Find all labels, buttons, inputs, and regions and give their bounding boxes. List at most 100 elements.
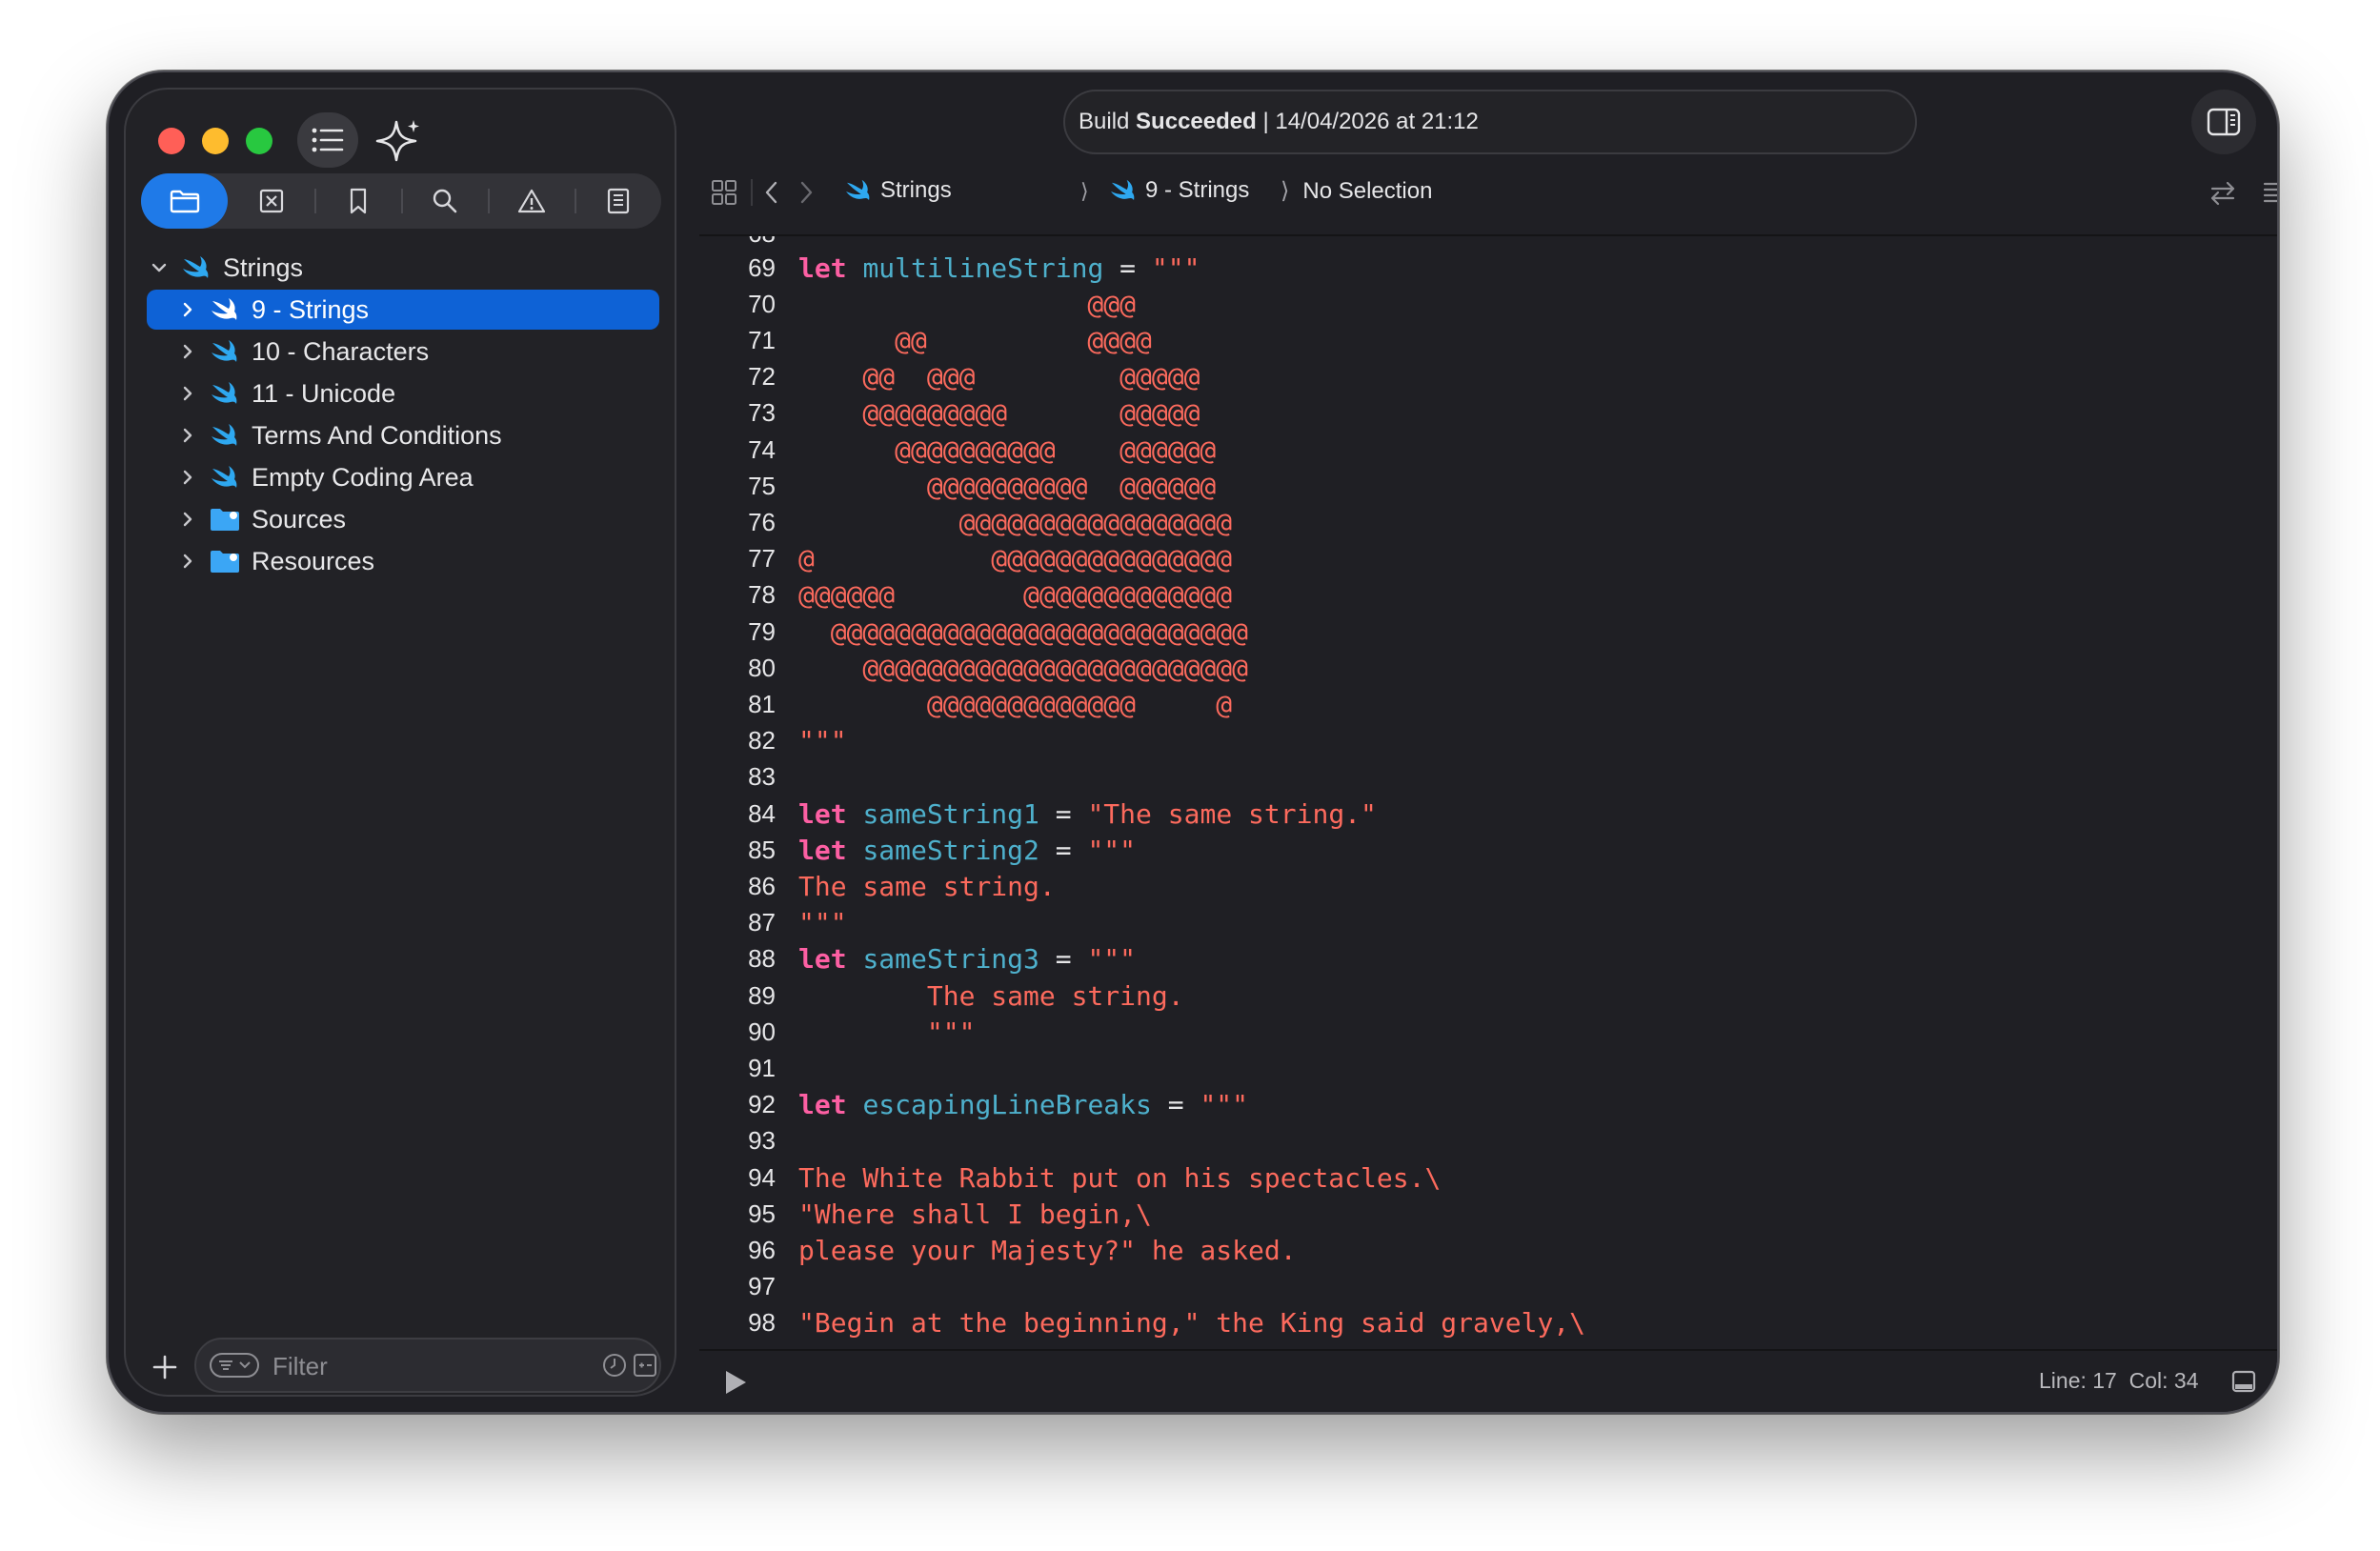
- chevron-left-icon[interactable]: [762, 179, 781, 206]
- line-number: 96: [748, 1235, 776, 1264]
- source-control-filter-icon[interactable]: [633, 1353, 657, 1378]
- code-line[interactable]: 82 """: [699, 723, 847, 759]
- code-token: """: [1087, 943, 1137, 976]
- code-line[interactable]: 79 @@@@@@@@@@@@@@@@@@@@@@@@@@: [699, 614, 1248, 650]
- toggle-navigator-button[interactable]: [297, 112, 358, 168]
- breadcrumb-project[interactable]: Strings: [844, 177, 952, 204]
- code-line[interactable]: 92 let escapingLineBreaks = """: [699, 1087, 1248, 1123]
- related-items-grid-icon[interactable]: [711, 179, 737, 206]
- breadcrumb-file[interactable]: 9 - Strings: [1109, 177, 1249, 204]
- line-number: 92: [748, 1090, 776, 1119]
- chevron-right-icon[interactable]: [179, 511, 196, 528]
- folder-icon: [211, 509, 239, 531]
- code-line[interactable]: 98 "Begin at the beginning," the King sai…: [699, 1305, 1585, 1341]
- breadcrumb-symbol[interactable]: ⟩ No Selection: [1281, 177, 1432, 205]
- line-column-indicator: Line: 17 Col: 34: [2039, 1368, 2199, 1393]
- debug-area-toggle-icon[interactable]: [2231, 1370, 2256, 1393]
- recent-files-icon[interactable]: [602, 1353, 627, 1378]
- editor-options-icon[interactable]: [2262, 179, 2279, 206]
- code-token: @@@@@@@@@@@@@@@@@@@@@@@@: [798, 652, 1249, 684]
- compare-icon[interactable]: [2209, 179, 2237, 208]
- line-number: 93: [748, 1126, 776, 1156]
- chevron-down-icon[interactable]: [151, 259, 168, 276]
- code-line[interactable]: 72 @@ @@@ @@@@@: [699, 359, 1200, 395]
- chevron-right-icon[interactable]: [797, 179, 816, 206]
- code-token: sameString3: [862, 943, 1039, 976]
- zoom-window-button[interactable]: [246, 128, 272, 154]
- code-token: @@@@@@@@@@@@@ @: [798, 688, 1233, 720]
- chevron-right-icon[interactable]: [179, 385, 196, 402]
- chevron-right-icon[interactable]: [179, 469, 196, 486]
- code-line[interactable]: 77 @ @@@@@@@@@@@@@@@: [699, 541, 1232, 577]
- jumpbar-divider: [751, 179, 753, 206]
- chevron-right-icon[interactable]: [179, 343, 196, 360]
- tree-root-strings[interactable]: Strings: [151, 248, 303, 288]
- code-line[interactable]: 73 @@@@@@@@@ @@@@@: [699, 395, 1200, 432]
- code-line[interactable]: 74 @@@@@@@@@@ @@@@@@: [699, 432, 1216, 468]
- code-line[interactable]: 86 The same string.: [699, 868, 1056, 904]
- tab-reports[interactable]: [575, 173, 661, 229]
- code-line[interactable]: 76 @@@@@@@@@@@@@@@@@: [699, 504, 1232, 540]
- tab-bookmarks[interactable]: [314, 173, 401, 229]
- toggle-inspector-button[interactable]: [2191, 90, 2256, 154]
- line-number: 83: [748, 762, 776, 792]
- code-token: """: [1087, 834, 1137, 866]
- build-status[interactable]: Build Succeeded | 14/04/2026 at 21:12: [1063, 90, 1917, 154]
- code-line[interactable]: 94 The White Rabbit put on his spectacles…: [699, 1159, 1441, 1196]
- source-editor[interactable]: 68 69let multilineString = """70 @@@71 @…: [699, 236, 2277, 1349]
- code-line[interactable]: 91: [699, 1050, 798, 1086]
- chevron-right-icon[interactable]: [179, 427, 196, 444]
- code-line[interactable]: 83: [699, 759, 798, 796]
- tree-item-10-characters[interactable]: 10 - Characters: [179, 332, 429, 372]
- tree-item-11-unicode[interactable]: 11 - Unicode: [179, 373, 395, 413]
- tab-project-navigator[interactable]: [141, 173, 228, 229]
- code-line[interactable]: 80 @@@@@@@@@@@@@@@@@@@@@@@@: [699, 650, 1248, 686]
- search-icon: [433, 189, 456, 213]
- close-window-button[interactable]: [158, 128, 185, 154]
- tree-root-label: Strings: [223, 252, 304, 282]
- tree-item-terms-and-conditions[interactable]: Terms And Conditions: [179, 415, 502, 455]
- code-line[interactable]: 93: [699, 1123, 798, 1159]
- play-icon[interactable]: [722, 1368, 749, 1397]
- code-line[interactable]: 78 @@@@@@ @@@@@@@@@@@@@: [699, 577, 1232, 614]
- tree-item-empty-coding-area[interactable]: Empty Coding Area: [179, 457, 474, 497]
- filter-input[interactable]: [271, 1349, 560, 1383]
- line-number: 77: [748, 544, 776, 574]
- tab-issues[interactable]: [488, 173, 575, 229]
- swift-icon: [212, 382, 237, 404]
- code-line[interactable]: 89 The same string.: [699, 977, 1184, 1014]
- code-line[interactable]: 71 @@ @@@@: [699, 322, 1152, 358]
- code-line[interactable]: 81 @@@@@@@@@@@@@ @: [699, 686, 1232, 722]
- code-line[interactable]: 96 please your Majesty?" he asked.: [699, 1232, 1297, 1268]
- code-line[interactable]: 85 let sameString2 = """: [699, 832, 1136, 868]
- code-line[interactable]: 95 "Where shall I begin,\: [699, 1196, 1152, 1232]
- code-token: let: [798, 252, 847, 284]
- source-control-icon: [259, 189, 283, 213]
- minimize-window-button[interactable]: [202, 128, 229, 154]
- code-line[interactable]: 69 let multilineString = """: [699, 250, 1200, 286]
- code-token: @@ @@@@: [798, 324, 1152, 356]
- line-number: 74: [748, 434, 776, 464]
- code-line[interactable]: 97: [699, 1269, 798, 1305]
- tree-item-sources[interactable]: Sources: [179, 499, 346, 539]
- add-file-button[interactable]: [151, 1353, 179, 1381]
- tree-item-resources[interactable]: Resources: [179, 541, 374, 581]
- code-line[interactable]: 75 @@@@@@@@@@ @@@@@@: [699, 468, 1216, 504]
- code-line[interactable]: 88 let sameString3 = """: [699, 941, 1136, 977]
- filter-icon[interactable]: [210, 1353, 259, 1378]
- code-line[interactable]: 84 let sameString1 = "The same string.": [699, 796, 1377, 832]
- code-line[interactable]: 87 """: [699, 905, 847, 941]
- tab-find[interactable]: [401, 173, 488, 229]
- chevron-right-icon[interactable]: [179, 301, 196, 318]
- code-line[interactable]: 90 """: [699, 1014, 975, 1050]
- tab-source-control[interactable]: [228, 173, 314, 229]
- code-token: sameString1: [862, 797, 1039, 830]
- line-number: 97: [748, 1272, 776, 1301]
- code-token: let: [798, 1089, 847, 1121]
- chevron-right-icon[interactable]: [179, 553, 196, 570]
- code-line[interactable]: 70 @@@: [699, 286, 1136, 322]
- sparkle-icon[interactable]: [375, 118, 423, 162]
- tree-item-label: Sources: [252, 504, 347, 534]
- line-number: 91: [748, 1053, 776, 1082]
- tree-item-9-strings[interactable]: 9 - Strings: [147, 290, 659, 330]
